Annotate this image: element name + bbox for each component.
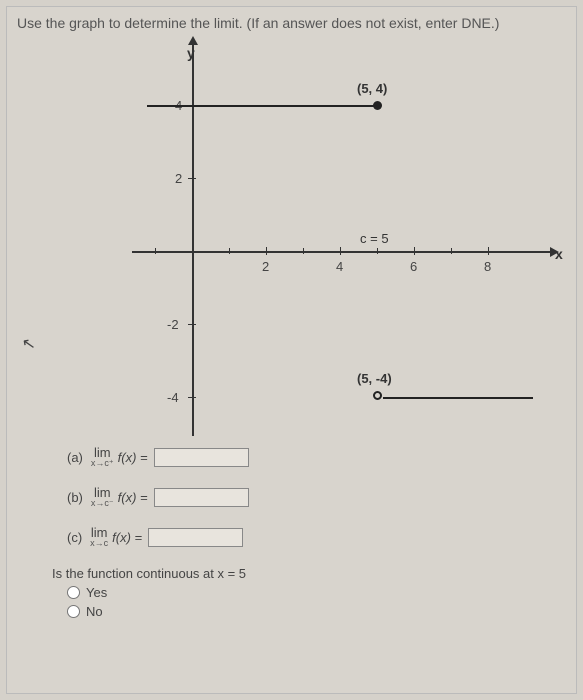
continuous-question: Is the function continuous at x = 5 (52, 566, 566, 581)
part-c-row: (c) lim x→c f(x) = (67, 526, 566, 548)
tick-x (266, 247, 267, 255)
x-axis-label: x (555, 246, 563, 262)
tick-x-minor (155, 248, 156, 254)
answer-input-a[interactable] (154, 448, 249, 467)
tick-label-x4: 4 (336, 259, 343, 274)
tick-label-x2: 2 (262, 259, 269, 274)
radio-yes-row: Yes (67, 585, 566, 600)
cursor-icon: ↖ (20, 333, 37, 355)
tick-label-yn2: -2 (167, 317, 179, 332)
lim-b: lim x→c⁻ (91, 486, 114, 508)
radio-no[interactable] (67, 605, 80, 618)
radio-no-row: No (67, 604, 566, 619)
answers-block: (a) lim x→c⁺ f(x) = (b) lim x→c⁻ f(x) = … (67, 446, 566, 548)
tick-label-y2: 2 (175, 171, 182, 186)
tick-label-x6: 6 (410, 259, 417, 274)
fx-c: f(x) = (112, 530, 142, 545)
question-text: Use the graph to determine the limit. (I… (17, 15, 566, 31)
tick-y (188, 397, 196, 398)
radio-no-label: No (86, 604, 103, 619)
fx-a: f(x) = (118, 450, 148, 465)
fx-b: f(x) = (118, 490, 148, 505)
x-axis (132, 251, 552, 253)
tick-x-minor (229, 248, 230, 254)
answer-input-b[interactable] (154, 488, 249, 507)
answer-input-c[interactable] (148, 528, 243, 547)
point-label-upper: (5, 4) (357, 81, 387, 96)
tick-y (188, 178, 196, 179)
radio-yes[interactable] (67, 586, 80, 599)
tick-x-minor (377, 248, 378, 254)
tick-y (188, 324, 196, 325)
graph: y x 2 4 6 8 2 4 -2 -4 (5, 4) (5, -4) (97, 41, 507, 441)
tick-x (414, 247, 415, 255)
problem-container: Use the graph to determine the limit. (I… (6, 6, 577, 694)
point-closed (373, 101, 382, 110)
part-c-label: (c) (67, 530, 82, 545)
y-axis-label: y (187, 45, 195, 61)
part-a-label: (a) (67, 450, 83, 465)
y-axis (192, 41, 194, 436)
lim-c: lim x→c (90, 526, 108, 548)
c-label: c = 5 (360, 231, 389, 246)
tick-label-yn4: -4 (167, 390, 179, 405)
y-arrow-icon (188, 36, 198, 45)
tick-x (488, 247, 489, 255)
segment-lower (383, 397, 533, 399)
tick-x (340, 247, 341, 255)
part-b-row: (b) lim x→c⁻ f(x) = (67, 486, 566, 508)
part-a-row: (a) lim x→c⁺ f(x) = (67, 446, 566, 468)
lim-a: lim x→c⁺ (91, 446, 114, 468)
point-open (373, 391, 382, 400)
tick-label-x8: 8 (484, 259, 491, 274)
radio-yes-label: Yes (86, 585, 107, 600)
tick-x-minor (451, 248, 452, 254)
tick-x-minor (303, 248, 304, 254)
part-b-label: (b) (67, 490, 83, 505)
point-label-lower: (5, -4) (357, 371, 392, 386)
segment-upper (147, 105, 377, 107)
